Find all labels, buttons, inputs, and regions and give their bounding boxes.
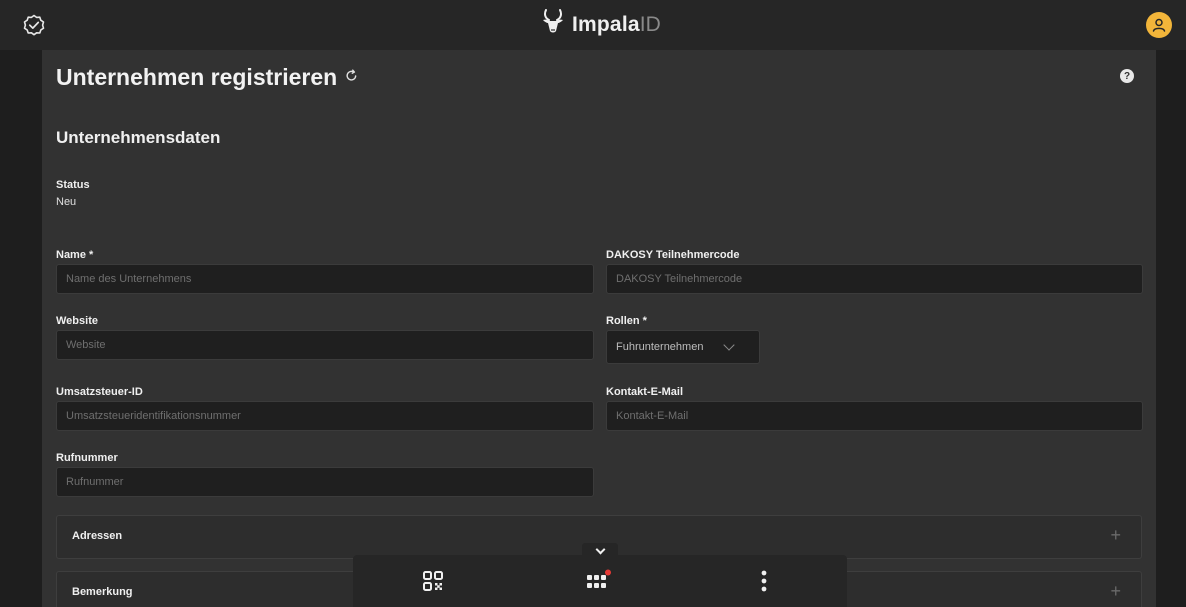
impala-logo-icon (540, 8, 566, 42)
addresses-title: Adressen (72, 530, 123, 542)
vat-label: Umsatzsteuer-ID (56, 386, 143, 398)
check-badge-icon[interactable] (22, 14, 46, 38)
user-avatar-icon[interactable] (1146, 12, 1172, 38)
reload-icon[interactable] (345, 69, 358, 86)
page-title-text: Unternehmen registrieren (56, 64, 338, 90)
remarks-title: Bemerkung (72, 586, 133, 598)
plus-icon[interactable]: + (1110, 525, 1121, 546)
notification-dot (605, 569, 611, 576)
top-bar: Impala ID (0, 0, 1186, 50)
dakosy-label: DAKOSY Teilnehmercode (606, 249, 740, 261)
main-panel: Unternehmen registrieren ? Unternehmensd… (42, 50, 1156, 607)
dakosy-input[interactable] (606, 264, 1143, 294)
email-label: Kontakt-E-Mail (606, 386, 683, 398)
roles-selected-value: Fuhrunternehmen (616, 341, 704, 353)
phone-input[interactable] (56, 467, 594, 497)
qr-code-icon[interactable] (419, 567, 447, 595)
page-title: Unternehmen registrieren (56, 64, 358, 91)
email-input[interactable] (606, 401, 1143, 431)
bottom-dock (353, 555, 847, 607)
website-input[interactable] (56, 330, 594, 360)
status-label: Status (56, 179, 90, 191)
apps-grid-icon[interactable] (585, 567, 613, 595)
chevron-down-icon (723, 339, 736, 351)
name-input[interactable] (56, 264, 594, 294)
phone-label: Rufnummer (56, 452, 118, 464)
website-label: Website (56, 315, 98, 327)
more-options-icon[interactable] (750, 567, 778, 595)
name-label: Name * (56, 249, 94, 261)
section-title: Unternehmensdaten (56, 128, 221, 147)
brand-name: Impala (572, 13, 640, 36)
vat-input[interactable] (56, 401, 594, 431)
help-icon[interactable]: ? (1120, 69, 1134, 83)
brand-logo[interactable]: Impala ID (540, 8, 661, 42)
plus-icon[interactable]: + (1110, 581, 1121, 602)
status-value: Neu (56, 196, 77, 208)
brand-suffix: ID (639, 13, 661, 36)
roles-label: Rollen * (606, 315, 647, 327)
roles-select[interactable]: Fuhrunternehmen (606, 330, 760, 364)
chevron-down-icon (595, 544, 605, 554)
